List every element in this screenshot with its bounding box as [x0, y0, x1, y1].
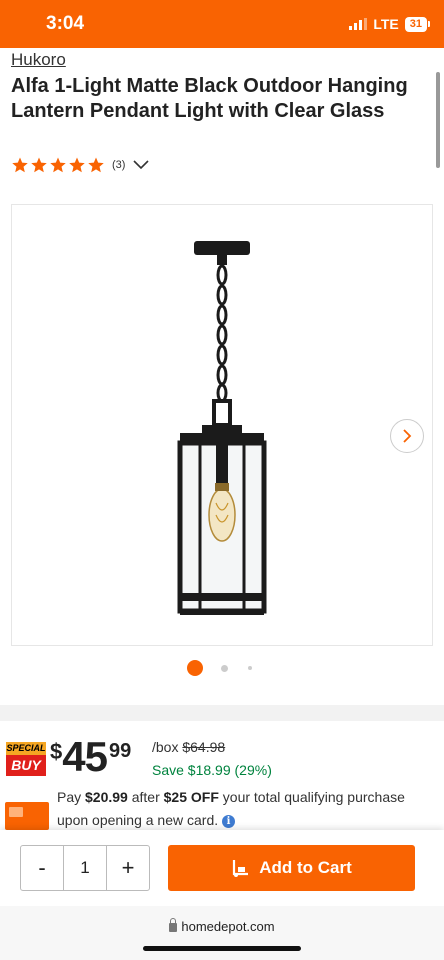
special-badge-bottom: BUY: [6, 755, 46, 776]
lock-icon: [169, 918, 178, 932]
url-text: homedepot.com: [181, 919, 275, 934]
decrease-quantity-button[interactable]: -: [21, 846, 63, 890]
special-badge-top: SPECIAL: [6, 742, 46, 755]
special-buy-badge: SPECIAL BUY: [6, 742, 46, 776]
increase-quantity-button[interactable]: +: [107, 846, 149, 890]
quantity-stepper: - 1 +: [20, 845, 150, 891]
star-icon: [69, 157, 85, 173]
price-unit: /box: [152, 739, 179, 755]
star-icon: [12, 157, 28, 173]
product-title: Alfa 1-Light Matte Black Outdoor Hanging…: [11, 75, 408, 122]
star-icon: [88, 157, 104, 173]
status-bar: 3:04 LTE 31: [0, 0, 444, 48]
chevron-right-icon: [403, 429, 412, 443]
star-icon: [31, 157, 47, 173]
review-count: (3): [112, 159, 126, 171]
price-currency: $: [50, 739, 63, 764]
add-to-cart-button[interactable]: Add to Cart: [168, 845, 415, 891]
gallery-dot[interactable]: [220, 664, 228, 672]
info-icon[interactable]: i: [222, 814, 236, 828]
credit-card-image: [5, 802, 49, 830]
signal-icon: [349, 18, 368, 30]
offer-discount: $25 OFF: [163, 789, 219, 805]
buy-bar: - 1 + Add to Cart: [0, 830, 444, 906]
brand-link[interactable]: Hukoro: [11, 50, 66, 70]
credit-offer: Pay $20.99 after $25 OFF your total qual…: [57, 786, 427, 832]
next-image-button[interactable]: [390, 419, 424, 453]
offer-middle: after: [131, 789, 160, 805]
price-dollars: 45: [62, 733, 108, 780]
star-icon: [50, 157, 66, 173]
network-label: LTE: [373, 16, 399, 32]
quantity-input[interactable]: 1: [63, 846, 107, 890]
gallery-pagination[interactable]: [0, 660, 444, 676]
offer-pay-amount: $20.99: [85, 789, 128, 805]
status-time: 3:04: [46, 13, 85, 34]
product-image: [177, 241, 267, 615]
url-display[interactable]: homedepot.com: [0, 918, 444, 934]
offer-prefix: Pay: [57, 789, 82, 805]
gallery-dot-active[interactable]: [186, 660, 203, 676]
savings-text: Save $18.99 (29%): [152, 762, 272, 778]
browser-address-bar[interactable]: homedepot.com: [0, 906, 444, 960]
chevron-down-icon[interactable]: [133, 160, 150, 170]
battery-level: 31: [404, 16, 427, 32]
hand-truck-icon: [233, 860, 249, 877]
price-unit-line: /box $64.98: [152, 739, 225, 755]
price: $ 45 99: [50, 736, 131, 778]
add-to-cart-label: Add to Cart: [259, 858, 352, 877]
gallery-dot[interactable]: [247, 666, 252, 670]
scrollbar[interactable]: [436, 72, 440, 168]
price-cents: 99: [108, 740, 132, 762]
rating-summary[interactable]: (3): [11, 156, 150, 174]
product-image-gallery[interactable]: [11, 204, 433, 646]
battery-icon: 31: [404, 16, 430, 32]
was-price: $64.98: [182, 739, 226, 755]
status-indicators: LTE 31: [349, 16, 430, 32]
home-indicator[interactable]: [143, 946, 301, 951]
section-divider: [0, 705, 444, 721]
